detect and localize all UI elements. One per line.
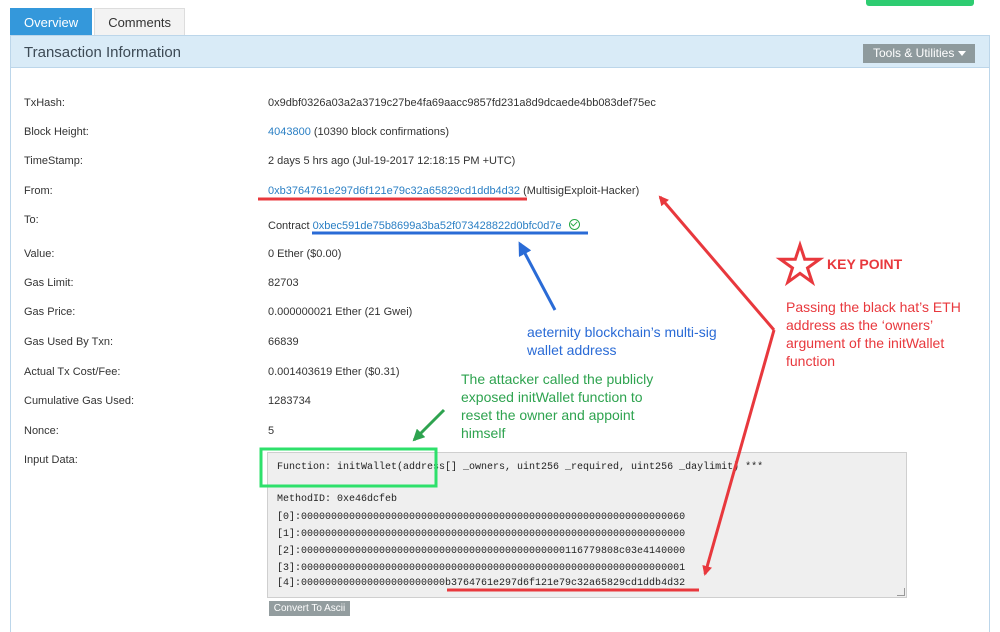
key-point-line: argument of the initWallet — [786, 335, 945, 351]
txhash-value: 0x9dbf0326a03a2a3719c27be4fa69aacc9857fd… — [268, 97, 656, 109]
attacker-annotation-line: himself — [461, 425, 506, 441]
convert-to-ascii-button[interactable]: Convert To Ascii — [269, 601, 350, 616]
tab-overview[interactable]: Overview — [10, 8, 93, 35]
attacker-annotation-line: reset the owner and appoint — [461, 407, 635, 423]
input-param-2: [2]:000000000000000000000000000000000000… — [277, 546, 686, 557]
wallet-address-annotation: aeternity blockchain’s multi-sig wallet … — [527, 323, 717, 359]
wallet-annotation-line: aeternity blockchain’s multi-sig — [527, 324, 717, 340]
input-method-id: MethodID: 0xe46dcfeb — [277, 494, 398, 505]
block-height-label: Block Height: — [24, 126, 89, 138]
input-param-3: [3]:000000000000000000000000000000000000… — [277, 563, 686, 574]
tools-utilities-label: Tools & Utilities — [873, 46, 955, 60]
timestamp-value: 2 days 5 hrs ago (Jul-19-2017 12:18:15 P… — [268, 155, 516, 167]
input-param-1: [1]:000000000000000000000000000000000000… — [277, 529, 686, 540]
input-param-4: [4]:000000000000000000000000b3764761e297… — [277, 578, 686, 589]
key-point-annotation: Passing the black hat’s ETH address as t… — [786, 298, 961, 370]
attacker-annotation: The attacker called the publicly exposed… — [461, 370, 653, 442]
verified-check-icon — [568, 219, 580, 230]
panel-header: Transaction Information Tools & Utilitie… — [11, 36, 989, 68]
value-label: Value: — [24, 248, 55, 260]
nonce-value: 5 — [268, 425, 275, 437]
cumulative-gas-value: 1283734 — [268, 395, 311, 407]
txhash-label: TxHash: — [24, 97, 65, 109]
tools-utilities-button[interactable]: Tools & Utilities — [863, 44, 975, 63]
input-data-label: Input Data: — [24, 454, 78, 466]
key-point-line: function — [786, 353, 836, 369]
cumulative-gas-label: Cumulative Gas Used: — [24, 395, 135, 407]
value-value: 0 Ether ($0.00) — [268, 248, 342, 260]
gas-used-label: Gas Used By Txn: — [24, 336, 114, 348]
nonce-label: Nonce: — [24, 425, 59, 437]
tx-cost-value: 0.001403619 Ether ($0.31) — [268, 366, 400, 378]
gas-used-value: 66839 — [268, 336, 299, 348]
key-point-line: Passing the black hat’s ETH — [786, 299, 961, 315]
top-action-button-edge[interactable] — [866, 0, 974, 6]
from-value: 0xb3764761e297d6f121e79c32a65829cd1ddb4d… — [268, 185, 639, 197]
input-data-textarea[interactable]: Function: initWallet(address[] _owners, … — [267, 452, 907, 598]
key-point-line: address as the ‘owners’ — [786, 317, 934, 333]
gas-price-value: 0.000000021 Ether (21 Gwei) — [268, 306, 413, 318]
from-address-link[interactable]: 0xb3764761e297d6f121e79c32a65829cd1ddb4d… — [268, 185, 520, 197]
from-label: From: — [24, 185, 53, 197]
caret-down-icon — [958, 51, 966, 56]
to-value: Contract 0xbec591de75b8699a3ba52f0734288… — [268, 218, 580, 232]
block-confirmations: (10390 block confirmations) — [313, 126, 450, 138]
tx-cost-label: Actual Tx Cost/Fee: — [24, 366, 121, 378]
gas-limit-value: 82703 — [268, 277, 299, 289]
key-point-title: KEY POINT — [827, 256, 903, 272]
wallet-annotation-line: wallet address — [527, 342, 617, 358]
panel-title: Transaction Information — [24, 44, 182, 61]
gas-limit-label: Gas Limit: — [24, 277, 74, 289]
gas-price-label: Gas Price: — [24, 306, 76, 318]
to-address-link[interactable]: 0xbec591de75b8699a3ba52f073428822d0bfc0d… — [313, 220, 562, 232]
to-contract-prefix: Contract — [268, 220, 310, 232]
tab-bar: Overview Comments — [10, 8, 187, 35]
block-height-value: 4043800 (10390 block confirmations) — [268, 126, 449, 138]
block-height-link[interactable]: 4043800 — [268, 126, 311, 138]
from-address-tag: (MultisigExploit-Hacker) — [523, 185, 640, 197]
resize-handle-icon[interactable] — [897, 588, 905, 596]
to-label: To: — [24, 214, 39, 226]
attacker-annotation-line: exposed initWallet function to — [461, 389, 643, 405]
tab-comments[interactable]: Comments — [94, 8, 186, 35]
attacker-annotation-line: The attacker called the publicly — [461, 371, 654, 387]
timestamp-label: TimeStamp: — [24, 155, 83, 167]
input-param-0: [0]:000000000000000000000000000000000000… — [277, 512, 686, 523]
input-function-signature: Function: initWallet(address[] _owners, … — [277, 462, 764, 473]
